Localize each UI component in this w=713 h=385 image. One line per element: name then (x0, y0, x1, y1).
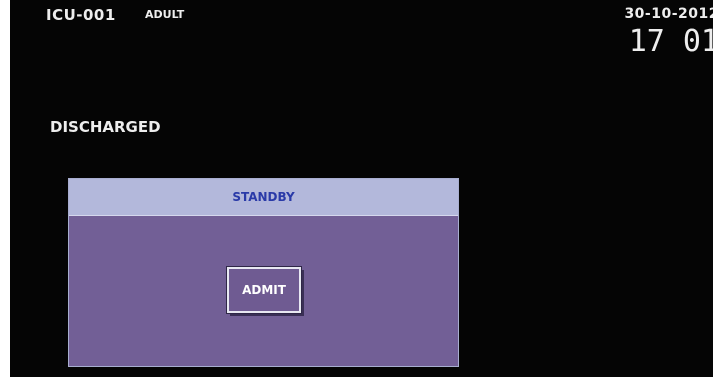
monitor-screen: ICU-001 ADULT 30-10-2012 17 01 DISCHARGE… (10, 0, 713, 377)
discharge-status-label: DISCHARGED (50, 118, 161, 136)
patient-type-label: ADULT (145, 8, 185, 21)
time-display: 17 01 (628, 24, 713, 59)
standby-dialog: STANDBY ADMIT (68, 178, 459, 367)
date-display: 30-10-2012 (624, 6, 713, 22)
admit-button[interactable]: ADMIT (227, 267, 301, 313)
dialog-title: STANDBY (69, 179, 458, 216)
bed-id-label: ICU-001 (46, 6, 116, 24)
